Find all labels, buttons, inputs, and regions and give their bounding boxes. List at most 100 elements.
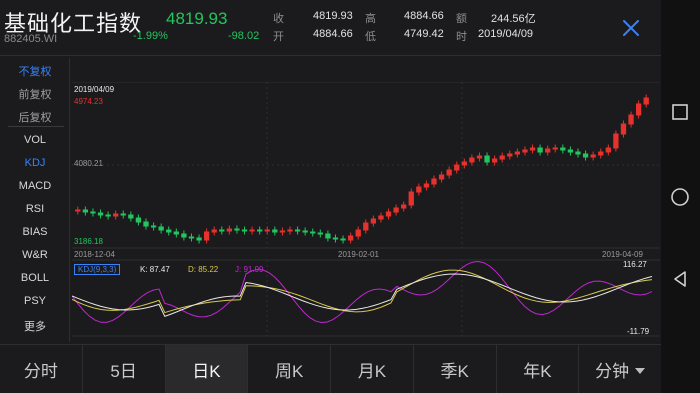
candle-body xyxy=(75,209,81,212)
quote-value-open: 4884.66 xyxy=(313,28,353,40)
candle-body xyxy=(545,148,551,153)
candle-body xyxy=(401,204,407,209)
candle-body xyxy=(499,155,505,160)
menu-item-rsi[interactable]: RSI xyxy=(0,203,70,215)
menu-item-kdj[interactable]: KDJ xyxy=(0,157,70,169)
candle-body xyxy=(454,164,460,171)
tab-monthly-k[interactable]: 月K xyxy=(331,345,414,393)
candle-body xyxy=(128,214,134,219)
back-icon[interactable] xyxy=(669,268,691,290)
candle-body xyxy=(484,155,490,163)
tab-minute[interactable]: 分钟 xyxy=(579,345,661,393)
candle-body xyxy=(393,207,399,213)
candle-body xyxy=(522,149,528,153)
candle-body xyxy=(643,97,649,105)
candle-body xyxy=(279,230,286,233)
change-percent: -1.99% xyxy=(133,30,168,42)
candle-body xyxy=(355,229,361,237)
candle-body xyxy=(537,147,543,153)
menu-item-macd[interactable]: MACD xyxy=(0,180,70,192)
indicator-selector[interactable]: KDJ(9,3,3) xyxy=(74,264,121,275)
candle-body xyxy=(120,213,126,216)
quote-value-close: 4819.93 xyxy=(313,10,353,22)
tab-5day-label: 5日 xyxy=(110,361,137,381)
candle-body xyxy=(150,225,157,228)
candle-body xyxy=(340,238,346,241)
candle-body xyxy=(628,114,634,125)
home-icon[interactable] xyxy=(669,186,691,208)
candle-body xyxy=(264,229,270,232)
tab-quarterly-k-label: 季K xyxy=(440,361,469,381)
quote-value-amount: 244.56亿 xyxy=(491,13,536,25)
candle-body xyxy=(529,147,536,151)
candle-body xyxy=(582,153,589,158)
j-value-label: J: 91.99 xyxy=(235,265,264,274)
x-mid-label: 2019-02-01 xyxy=(338,250,379,259)
quote-value-high: 4884.66 xyxy=(404,10,444,22)
candle-body xyxy=(226,228,233,232)
candle-body xyxy=(325,233,331,239)
candle-body xyxy=(423,183,430,188)
tab-minute-label: 分钟 xyxy=(595,361,630,381)
candle-body xyxy=(196,237,202,241)
tab-quarterly-k[interactable]: 季K xyxy=(414,345,497,393)
menu-item-backward-adjust[interactable]: 后复权 xyxy=(0,109,70,125)
menu-item-vol[interactable]: VOL xyxy=(0,134,70,146)
menu-item-bias[interactable]: BIAS xyxy=(0,226,70,238)
x-start-label: 2018-12-04 xyxy=(74,250,115,259)
menu-item-more[interactable]: 更多 xyxy=(0,318,70,334)
close-icon[interactable] xyxy=(620,17,642,39)
quote-label-amount: 额 xyxy=(456,13,467,25)
menu-item-forward-adjust[interactable]: 前复权 xyxy=(0,86,70,102)
candle-body xyxy=(135,217,142,223)
candle-body xyxy=(105,214,111,217)
tab-weekly-k[interactable]: 周K xyxy=(248,345,331,393)
candle-body xyxy=(332,237,339,240)
candle-body xyxy=(257,229,263,232)
menu-item-wr[interactable]: W&R xyxy=(0,249,70,261)
y-low-label: 3186.18 xyxy=(74,237,103,246)
tab-intraday[interactable]: 分时 xyxy=(0,345,83,393)
candle-body xyxy=(431,178,437,185)
candlestick-series xyxy=(75,94,649,244)
tab-yearly-k[interactable]: 年K xyxy=(497,345,580,393)
candle-body xyxy=(272,229,278,233)
quote-label-time: 时 xyxy=(456,31,467,43)
candle-body xyxy=(211,229,217,233)
candle-body xyxy=(446,169,452,176)
candle-body xyxy=(408,191,414,206)
candle-body xyxy=(287,229,293,232)
menu-item-no-adjust[interactable]: 不复权 xyxy=(0,63,70,79)
recent-apps-icon[interactable] xyxy=(669,101,691,123)
quote-value-low: 4749.42 xyxy=(404,28,444,40)
candle-body xyxy=(234,228,240,231)
tab-5day[interactable]: 5日 xyxy=(83,345,166,393)
candle-body xyxy=(370,218,377,224)
candle-body xyxy=(219,229,225,232)
y-high-label: 4974.23 xyxy=(74,97,103,106)
x-end-label: 2019-04-09 xyxy=(602,250,643,259)
menu-item-psy[interactable]: PSY xyxy=(0,295,70,307)
tab-daily-k[interactable]: 日K xyxy=(165,345,249,393)
index-code: 882405.WI xyxy=(4,33,58,45)
candle-body xyxy=(461,161,467,166)
candle-body xyxy=(590,154,596,158)
candle-body xyxy=(158,226,164,231)
candle-body xyxy=(166,229,172,233)
candle-body xyxy=(90,211,96,214)
candle-body xyxy=(476,155,483,159)
candle-body xyxy=(491,158,498,163)
candle-body xyxy=(598,151,604,156)
candle-body xyxy=(97,212,104,216)
kline-chart[interactable]: 2019/04/09 4974.23 4080.21 3186.18 2018-… xyxy=(72,82,660,344)
menu-item-boll[interactable]: BOLL xyxy=(0,272,70,284)
quote-label-open: 开 xyxy=(273,31,284,43)
candle-body xyxy=(378,215,384,220)
candle-body xyxy=(173,231,179,235)
candle-body xyxy=(249,229,255,232)
d-value-label: D: 85.22 xyxy=(188,265,219,274)
candle-body xyxy=(575,151,581,155)
candle-body xyxy=(181,233,187,238)
quote-label-close: 收 xyxy=(273,13,284,25)
candle-body xyxy=(143,221,149,227)
